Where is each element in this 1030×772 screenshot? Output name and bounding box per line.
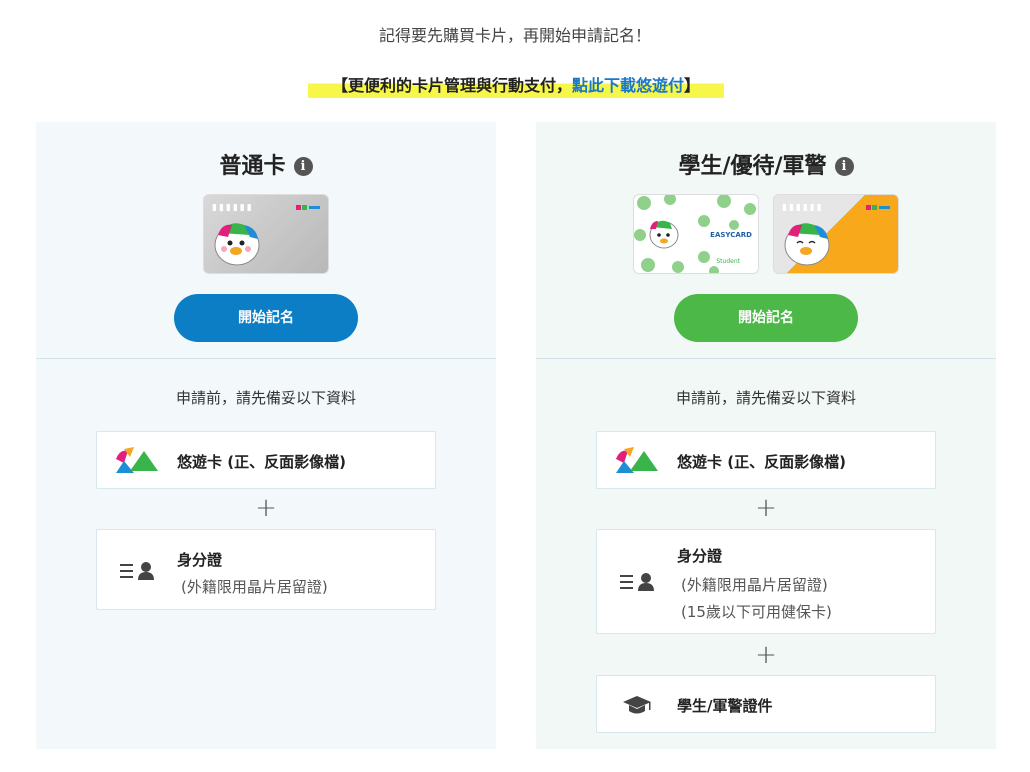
id-card-icon (614, 567, 660, 597)
promo-prefix: 【更便利的卡片管理與行動支付， (331, 76, 572, 95)
requirement-id-card: 身分證 (外籍限用晶片居留證) (15歲以下可用健保卡) (596, 529, 936, 634)
id-card-icon (114, 556, 160, 586)
promo-suffix: 】 (684, 76, 701, 95)
panel-title-text: 學生/優待/軍警 (678, 154, 827, 179)
mascot-image (214, 223, 260, 266)
regular-card-image: ▮▮▮▮▮▮ (203, 194, 329, 274)
divider (36, 358, 496, 359)
plus-icon: + (755, 493, 777, 523)
requirement-label: 身分證 (177, 551, 223, 569)
requirement-note: (外籍限用晶片居留證) (181, 578, 328, 596)
start-register-button[interactable]: 開始記名 (174, 294, 358, 342)
mascot-image (784, 223, 830, 266)
card-icon-strip: ▮▮▮▮▮▮ (212, 203, 254, 213)
plus-icon: + (255, 493, 277, 523)
requirement-label: 學生/軍警證件 (677, 697, 773, 715)
graduation-cap-icon (614, 690, 660, 720)
requirement-easycard: 悠遊卡 (正、反面影像檔) (96, 431, 436, 489)
easycard-logo-icon (616, 447, 658, 473)
requirement-label: 悠遊卡 (正、反面影像檔) (677, 453, 846, 471)
easycard-brand-icon (296, 205, 320, 210)
prep-instructions: 申請前，請先備妥以下資料 (175, 389, 356, 407)
concession-card-image: ▮▮▮▮▮▮ (773, 194, 899, 274)
student-text: Student (716, 258, 740, 265)
download-app-link[interactable]: 點此下載悠遊付 (572, 76, 684, 95)
card-icon-strip: ▮▮▮▮▮▮ (782, 203, 824, 213)
student-card-image: EASYCARD Student (633, 194, 759, 274)
info-icon[interactable]: i (834, 157, 854, 176)
regular-card-panel: 普通卡 i ▮▮▮▮▮▮ 開始記名 申請前，請先備妥以下資料 悠遊卡 (正、反面影… (36, 122, 496, 749)
start-register-button[interactable]: 開始記名 (674, 294, 858, 342)
info-icon[interactable]: i (293, 157, 313, 176)
prep-instructions: 申請前，請先備妥以下資料 (675, 389, 856, 407)
requirement-note: (外籍限用晶片居留證) (681, 576, 828, 594)
student-card-panel: 學生/優待/軍警 i EASYCARD Student ▮▮▮▮▮▮ 開始記名 (536, 122, 996, 749)
divider (536, 358, 996, 359)
requirement-student-id: 學生/軍警證件 (596, 675, 936, 733)
promo-banner: 【更便利的卡片管理與行動支付，點此下載悠遊付】 (308, 72, 724, 98)
panel-title: 普通卡 i (36, 148, 496, 180)
panel-title: 學生/優待/軍警 i (536, 148, 996, 180)
easycard-brand-icon (866, 205, 890, 210)
panel-title-text: 普通卡 (219, 154, 286, 179)
easycard-text: EASYCARD (710, 231, 752, 239)
requirement-easycard: 悠遊卡 (正、反面影像檔) (596, 431, 936, 489)
easycard-logo-icon (116, 447, 158, 473)
requirement-id-card: 身分證 (外籍限用晶片居留證) (96, 529, 436, 610)
notice-text: 記得要先購買卡片，再開始申請記名！ (378, 26, 651, 45)
requirement-label: 身分證 (677, 547, 723, 565)
plus-icon: + (755, 640, 777, 670)
requirement-label: 悠遊卡 (正、反面影像檔) (177, 453, 346, 471)
requirement-note: (15歲以下可用健保卡) (681, 603, 832, 621)
